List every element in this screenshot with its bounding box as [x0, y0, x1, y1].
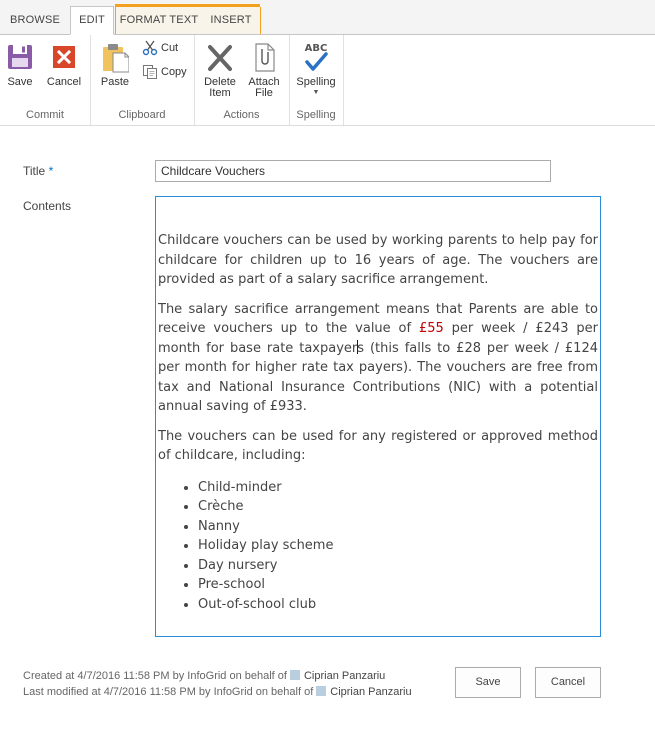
cancel-ribbon-button[interactable]: Cancel: [45, 41, 83, 88]
list-item: Child-minder: [198, 478, 598, 498]
ribbon: Save Cancel Commit Paste Cut Copy Clipbo…: [0, 35, 655, 126]
modified-user-link[interactable]: Ciprian Panzariu: [330, 686, 411, 698]
created-info: Created at 4/7/2016 11:58 PM by InfoGrid…: [23, 670, 385, 682]
created-user-link[interactable]: Ciprian Panzariu: [304, 670, 385, 682]
cancel-ribbon-label: Cancel: [46, 76, 82, 88]
paste-button[interactable]: Paste: [98, 41, 132, 88]
list-item: Pre-school: [198, 575, 598, 595]
group-actions: Delete Item Attach File Actions: [194, 35, 290, 125]
title-label-text: Title: [23, 164, 46, 178]
ribbon-tab-bar: BROWSE EDIT FORMAT TEXT INSERT: [0, 0, 655, 35]
list-item: Holiday play scheme: [198, 536, 598, 556]
list-item: Nanny: [198, 517, 598, 537]
cut-button[interactable]: Cut: [142, 40, 187, 56]
delete-item-button[interactable]: Delete Item: [202, 41, 238, 99]
save-button[interactable]: Save: [455, 667, 521, 698]
content-paragraph-1: Childcare vouchers can be used by workin…: [158, 233, 598, 287]
user-presence-icon: [289, 670, 300, 680]
spelling-button[interactable]: ABC Spelling ▼: [294, 41, 338, 97]
paste-icon: [103, 44, 129, 73]
copy-icon: [143, 65, 157, 79]
title-label: Title *: [23, 164, 53, 178]
delete-label-line2: Item: [209, 87, 231, 99]
content-paragraph-3: The vouchers can be used for any registe…: [158, 428, 598, 464]
spellcheck-icon: ABC: [302, 41, 330, 73]
save-ribbon-label: Save: [7, 76, 33, 88]
required-marker: *: [48, 164, 54, 178]
group-clipboard: Paste Cut Copy Clipboard: [90, 35, 195, 125]
content-paragraph-2: The salary sacrifice arrangement means t…: [158, 300, 598, 417]
cut-label: Cut: [161, 42, 179, 54]
paperclip-icon: [255, 43, 275, 72]
paste-label: Paste: [100, 76, 130, 88]
delete-icon: [208, 45, 232, 71]
para2-highlight: £55: [418, 321, 444, 336]
modified-text: Last modified at 4/7/2016 11:58 PM by In…: [23, 686, 314, 698]
group-label-actions: Actions: [223, 109, 260, 121]
tab-edit[interactable]: EDIT: [70, 6, 114, 35]
contents-label: Contents: [23, 199, 72, 213]
attach-label-line2: File: [255, 87, 273, 99]
group-label-clipboard: Clipboard: [118, 109, 166, 121]
childcare-list: Child-minder Crèche Nanny Holiday play s…: [158, 478, 598, 615]
group-commit: Save Cancel Commit: [0, 35, 91, 125]
list-item: Crèche: [198, 497, 598, 517]
copy-label: Copy: [161, 66, 187, 78]
tab-format-text[interactable]: FORMAT TEXT: [115, 7, 202, 34]
user-presence-icon: [316, 686, 327, 696]
title-input[interactable]: [155, 160, 551, 182]
created-text: Created at 4/7/2016 11:58 PM by InfoGrid…: [23, 670, 287, 682]
save-ribbon-button[interactable]: Save: [4, 41, 36, 88]
save-icon: [8, 45, 32, 69]
modified-info: Last modified at 4/7/2016 11:58 PM by In…: [23, 686, 412, 698]
group-spelling: ABC Spelling ▼ Spelling: [289, 35, 344, 125]
cancel-icon: [53, 46, 75, 68]
group-label-spelling: Spelling: [296, 109, 336, 121]
group-label-commit: Commit: [26, 109, 64, 121]
chevron-down-icon: ▼: [312, 89, 320, 96]
scissors-icon: [142, 40, 158, 56]
list-item: Out-of-school club: [198, 595, 598, 615]
cancel-button[interactable]: Cancel: [535, 667, 601, 698]
tab-browse[interactable]: BROWSE: [4, 7, 66, 34]
spelling-label: Spelling: [296, 76, 336, 88]
contents-rich-text-editor[interactable]: Childcare vouchers can be used by workin…: [155, 196, 601, 637]
copy-button[interactable]: Copy: [142, 64, 190, 80]
attach-file-button[interactable]: Attach File: [246, 41, 282, 99]
tab-insert[interactable]: INSERT: [202, 7, 261, 34]
list-item: Day nursery: [198, 556, 598, 576]
